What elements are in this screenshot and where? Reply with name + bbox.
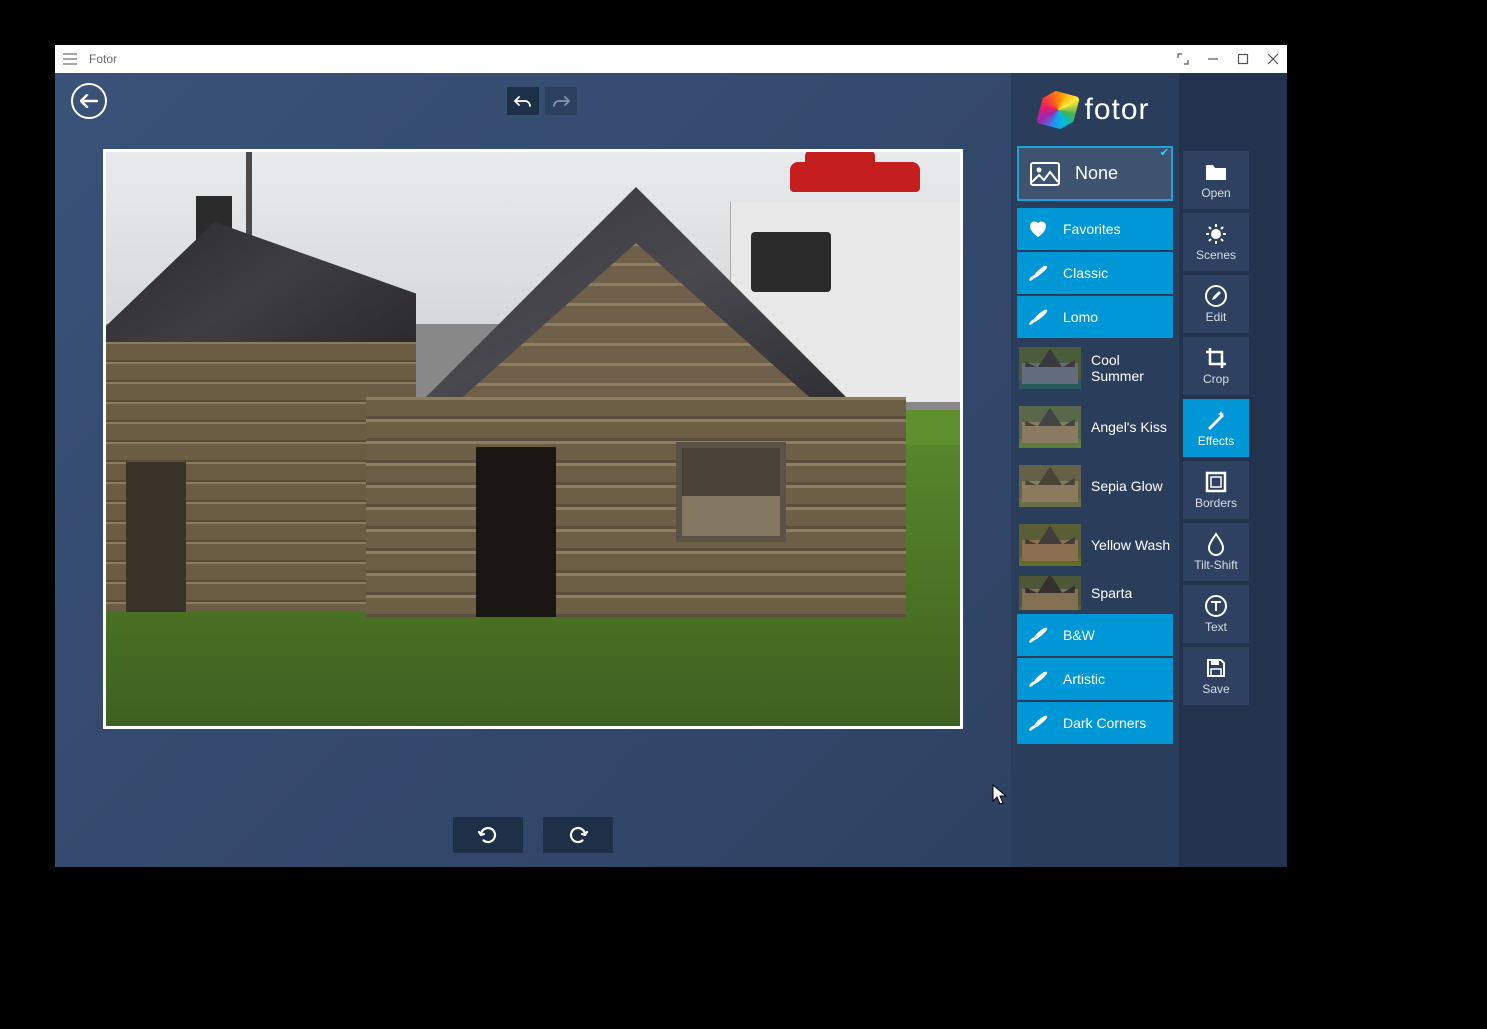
save-label: Save [1202, 682, 1229, 696]
sparta-label: Sparta [1087, 585, 1173, 601]
preset-thumb [1019, 406, 1081, 448]
tool-rail: Open Scenes Edit Crop Effects [1179, 73, 1253, 867]
wand-icon [1204, 409, 1228, 431]
window-title: Fotor [89, 52, 1177, 66]
angels-kiss-label: Angel's Kiss [1087, 419, 1173, 435]
hamburger-menu-icon[interactable] [63, 53, 77, 65]
border-icon [1204, 471, 1228, 493]
favorites-label: Favorites [1059, 221, 1173, 237]
tool-open[interactable]: Open [1183, 151, 1249, 209]
effect-category-dark-corners[interactable]: Dark Corners [1017, 702, 1173, 744]
lomo-label: Lomo [1059, 309, 1173, 325]
dark-corners-label: Dark Corners [1059, 715, 1173, 731]
effect-preset-sparta[interactable]: Sparta [1017, 576, 1173, 610]
rotate-right-button[interactable] [543, 817, 613, 853]
tool-effects[interactable]: Effects [1183, 399, 1249, 457]
effects-label: Effects [1198, 434, 1234, 448]
classic-label: Classic [1059, 265, 1173, 281]
borders-label: Borders [1195, 496, 1237, 510]
check-icon: ✔ [1160, 146, 1169, 159]
bw-label: B&W [1059, 627, 1173, 643]
effect-preset-angels-kiss[interactable]: Angel's Kiss [1017, 399, 1173, 454]
effect-preset-sepia-glow[interactable]: Sepia Glow [1017, 458, 1173, 513]
effect-category-favorites[interactable]: Favorites [1017, 208, 1173, 250]
redo-button[interactable] [545, 87, 577, 115]
effect-none-label: None [1071, 163, 1171, 184]
close-icon[interactable] [1267, 53, 1279, 65]
tool-save[interactable]: Save [1183, 647, 1249, 705]
preset-thumb [1019, 576, 1081, 610]
preset-thumb [1019, 347, 1081, 389]
tool-scenes[interactable]: Scenes [1183, 213, 1249, 271]
scenes-label: Scenes [1196, 248, 1236, 262]
preset-thumb [1019, 524, 1081, 566]
tool-edit[interactable]: Edit [1183, 275, 1249, 333]
effect-preset-yellow-wash[interactable]: Yellow Wash [1017, 517, 1173, 572]
minimize-icon[interactable] [1207, 53, 1219, 65]
sepia-glow-label: Sepia Glow [1087, 478, 1173, 494]
app-body: fotor ✔ None Favorites [55, 73, 1287, 867]
undo-button[interactable] [507, 87, 539, 115]
rotate-left-button[interactable] [453, 817, 523, 853]
brush-icon [1017, 626, 1059, 644]
folder-icon [1204, 161, 1228, 183]
edit-label: Edit [1206, 310, 1227, 324]
tool-borders[interactable]: Borders [1183, 461, 1249, 519]
drop-icon [1206, 533, 1226, 555]
titlebar: Fotor [55, 45, 1287, 73]
fotor-logo-icon [1036, 88, 1080, 132]
right-panels: fotor ✔ None Favorites [1011, 73, 1287, 867]
tool-crop[interactable]: Crop [1183, 337, 1249, 395]
brush-icon [1017, 670, 1059, 688]
tool-text[interactable]: Text [1183, 585, 1249, 643]
app-window: Fotor [55, 45, 1287, 867]
brush-icon [1017, 714, 1059, 732]
tool-tilt-shift[interactable]: Tilt-Shift [1183, 523, 1249, 581]
brush-icon [1017, 264, 1059, 282]
effect-none[interactable]: ✔ None [1017, 146, 1173, 201]
effect-category-bw[interactable]: B&W [1017, 614, 1173, 656]
open-label: Open [1201, 186, 1230, 200]
editor-area [55, 73, 1011, 867]
effect-category-classic[interactable]: Classic [1017, 252, 1173, 294]
heart-icon [1017, 220, 1059, 238]
sun-icon [1204, 223, 1228, 245]
logo-text: fotor [1084, 93, 1149, 127]
logo: fotor [1017, 81, 1173, 139]
tilt-shift-label: Tilt-Shift [1194, 558, 1238, 572]
yellow-wash-label: Yellow Wash [1087, 537, 1173, 553]
image-canvas[interactable] [103, 149, 963, 729]
expand-icon[interactable] [1177, 53, 1189, 65]
top-toolbar [55, 73, 1011, 129]
effect-category-lomo[interactable]: Lomo [1017, 296, 1173, 338]
artistic-label: Artistic [1059, 671, 1173, 687]
preset-thumb [1019, 465, 1081, 507]
brush-icon [1017, 308, 1059, 326]
picture-icon [1019, 162, 1071, 186]
effect-preset-cool-summer[interactable]: Cool Summer [1017, 340, 1173, 395]
save-icon [1205, 657, 1227, 679]
text-label: Text [1205, 620, 1227, 634]
text-icon [1204, 595, 1228, 617]
pencil-circle-icon [1204, 285, 1228, 307]
back-button[interactable] [71, 83, 107, 119]
crop-icon [1204, 347, 1228, 369]
bottom-toolbar [55, 803, 1011, 867]
effect-category-artistic[interactable]: Artistic [1017, 658, 1173, 700]
crop-label: Crop [1203, 372, 1229, 386]
canvas-container [55, 129, 1011, 803]
cool-summer-label: Cool Summer [1087, 352, 1173, 384]
effects-list: fotor ✔ None Favorites [1011, 73, 1179, 867]
maximize-icon[interactable] [1237, 53, 1249, 65]
